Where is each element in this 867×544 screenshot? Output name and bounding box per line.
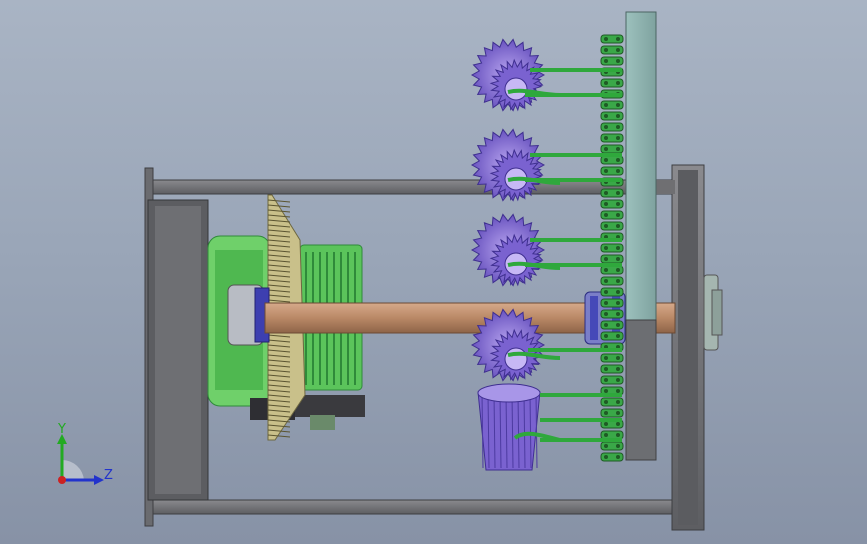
- motor-foot: [310, 415, 335, 430]
- gear-stack[interactable]: [470, 38, 546, 471]
- spur-gear[interactable]: [470, 38, 546, 112]
- frame-right-bracket: [655, 180, 675, 194]
- axis-label-y: Y: [58, 422, 66, 437]
- coordinate-triad-icon: [57, 434, 104, 485]
- assembly-model[interactable]: [0, 0, 867, 544]
- chain-plate[interactable]: [625, 11, 657, 461]
- right-end-hub[interactable]: [703, 274, 723, 351]
- bevel-pinion[interactable]: [477, 383, 541, 471]
- shaft-coupling-left[interactable]: [227, 284, 270, 346]
- roller-chain[interactable]: [600, 34, 624, 462]
- frame-right-post-face: [678, 170, 698, 525]
- frame-top-rail: [149, 179, 676, 195]
- axis-label-z: Z: [104, 468, 113, 483]
- cad-viewport[interactable]: Y Z: [0, 0, 867, 544]
- frame-bottom-rail: [149, 499, 676, 515]
- spur-gear[interactable]: [470, 213, 546, 287]
- frame-left-plate-face: [155, 206, 201, 494]
- plate-lower-block: [625, 319, 657, 461]
- coordinate-triad: Y Z: [40, 420, 130, 500]
